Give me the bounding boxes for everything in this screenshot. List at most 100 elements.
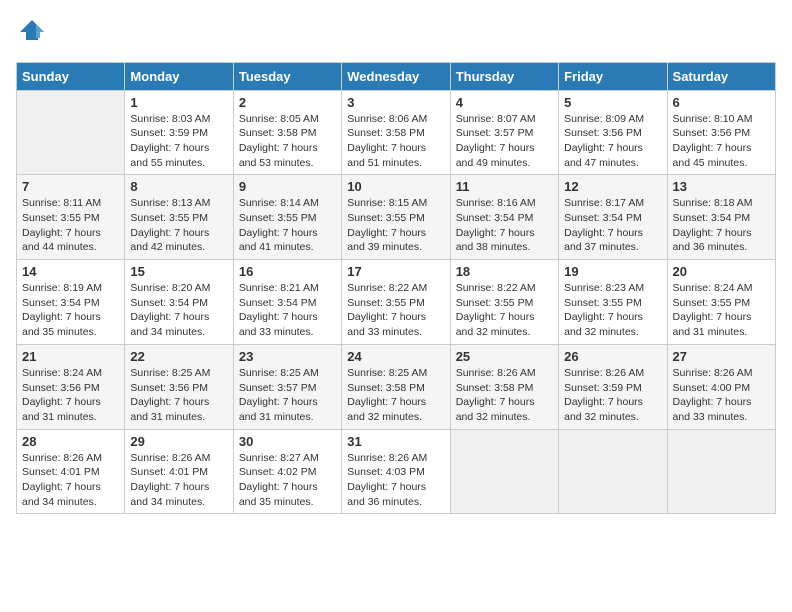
- day-info: Sunrise: 8:17 AM Sunset: 3:54 PM Dayligh…: [564, 196, 661, 255]
- calendar-cell: 27 Sunrise: 8:26 AM Sunset: 4:00 PM Dayli…: [667, 344, 775, 429]
- day-number: 26: [564, 349, 661, 364]
- day-number: 16: [239, 264, 336, 279]
- day-number: 7: [22, 179, 119, 194]
- calendar-week-row: 7Sunrise: 8:11 AM Sunset: 3:55 PM Daylig…: [17, 175, 776, 260]
- day-info: Sunrise: 8:05 AM Sunset: 3:58 PM Dayligh…: [239, 112, 336, 171]
- day-info: Sunrise: 8:19 AM Sunset: 3:54 PM Dayligh…: [22, 281, 119, 340]
- day-number: 15: [130, 264, 227, 279]
- day-info: Sunrise: 8:07 AM Sunset: 3:57 PM Dayligh…: [456, 112, 553, 171]
- day-number: 10: [347, 179, 444, 194]
- calendar-body: 1 Sunrise: 8:03 AM Sunset: 3:59 PM Daylig…: [17, 90, 776, 514]
- calendar-cell: 20 Sunrise: 8:24 AM Sunset: 3:55 PM Dayli…: [667, 260, 775, 345]
- calendar-week-row: 28Sunrise: 8:26 AM Sunset: 4:01 PM Dayli…: [17, 429, 776, 514]
- day-info: Sunrise: 8:09 AM Sunset: 3:56 PM Dayligh…: [564, 112, 661, 171]
- day-number: 17: [347, 264, 444, 279]
- calendar-week-row: 14Sunrise: 8:19 AM Sunset: 3:54 PM Dayli…: [17, 260, 776, 345]
- day-info: Sunrise: 8:23 AM Sunset: 3:55 PM Dayligh…: [564, 281, 661, 340]
- day-info: Sunrise: 8:22 AM Sunset: 3:55 PM Dayligh…: [456, 281, 553, 340]
- calendar-cell: 14Sunrise: 8:19 AM Sunset: 3:54 PM Dayli…: [17, 260, 125, 345]
- day-of-week-header: Saturday: [667, 62, 775, 90]
- calendar-cell: 22Sunrise: 8:25 AM Sunset: 3:56 PM Dayli…: [125, 344, 233, 429]
- day-number: 13: [673, 179, 770, 194]
- day-info: Sunrise: 8:14 AM Sunset: 3:55 PM Dayligh…: [239, 196, 336, 255]
- day-number: 5: [564, 95, 661, 110]
- day-info: Sunrise: 8:27 AM Sunset: 4:02 PM Dayligh…: [239, 451, 336, 510]
- day-info: Sunrise: 8:25 AM Sunset: 3:56 PM Dayligh…: [130, 366, 227, 425]
- calendar-cell: 17 Sunrise: 8:22 AM Sunset: 3:55 PM Dayli…: [342, 260, 450, 345]
- calendar-cell: 7Sunrise: 8:11 AM Sunset: 3:55 PM Daylig…: [17, 175, 125, 260]
- calendar-cell: 25 Sunrise: 8:26 AM Sunset: 3:58 PM Dayli…: [450, 344, 558, 429]
- day-of-week-header: Monday: [125, 62, 233, 90]
- calendar-cell: 6 Sunrise: 8:10 AM Sunset: 3:56 PM Daylig…: [667, 90, 775, 175]
- day-info: Sunrise: 8:10 AM Sunset: 3:56 PM Dayligh…: [673, 112, 770, 171]
- day-info: Sunrise: 8:24 AM Sunset: 3:55 PM Dayligh…: [673, 281, 770, 340]
- day-info: Sunrise: 8:26 AM Sunset: 4:00 PM Dayligh…: [673, 366, 770, 425]
- day-number: 3: [347, 95, 444, 110]
- calendar-cell: 26 Sunrise: 8:26 AM Sunset: 3:59 PM Dayli…: [559, 344, 667, 429]
- calendar-cell: 5 Sunrise: 8:09 AM Sunset: 3:56 PM Daylig…: [559, 90, 667, 175]
- calendar-cell: 28Sunrise: 8:26 AM Sunset: 4:01 PM Dayli…: [17, 429, 125, 514]
- calendar-cell: 30 Sunrise: 8:27 AM Sunset: 4:02 PM Dayli…: [233, 429, 341, 514]
- calendar-cell: 9Sunrise: 8:14 AM Sunset: 3:55 PM Daylig…: [233, 175, 341, 260]
- day-number: 2: [239, 95, 336, 110]
- calendar-cell: 19Sunrise: 8:23 AM Sunset: 3:55 PM Dayli…: [559, 260, 667, 345]
- calendar-cell: 2 Sunrise: 8:05 AM Sunset: 3:58 PM Daylig…: [233, 90, 341, 175]
- calendar-cell: 18 Sunrise: 8:22 AM Sunset: 3:55 PM Dayli…: [450, 260, 558, 345]
- day-number: 25: [456, 349, 553, 364]
- day-number: 20: [673, 264, 770, 279]
- day-info: Sunrise: 8:25 AM Sunset: 3:58 PM Dayligh…: [347, 366, 444, 425]
- day-number: 11: [456, 179, 553, 194]
- calendar-cell: 8 Sunrise: 8:13 AM Sunset: 3:55 PM Daylig…: [125, 175, 233, 260]
- calendar-cell: 11 Sunrise: 8:16 AM Sunset: 3:54 PM Dayli…: [450, 175, 558, 260]
- day-info: Sunrise: 8:26 AM Sunset: 4:03 PM Dayligh…: [347, 451, 444, 510]
- calendar-cell: [17, 90, 125, 175]
- calendar-cell: 24 Sunrise: 8:25 AM Sunset: 3:58 PM Dayli…: [342, 344, 450, 429]
- day-number: 8: [130, 179, 227, 194]
- calendar-cell: 15 Sunrise: 8:20 AM Sunset: 3:54 PM Dayli…: [125, 260, 233, 345]
- page-header: [16, 16, 776, 50]
- day-info: Sunrise: 8:26 AM Sunset: 3:58 PM Dayligh…: [456, 366, 553, 425]
- day-info: Sunrise: 8:18 AM Sunset: 3:54 PM Dayligh…: [673, 196, 770, 255]
- header-row: SundayMondayTuesdayWednesdayThursdayFrid…: [17, 62, 776, 90]
- day-number: 24: [347, 349, 444, 364]
- day-number: 4: [456, 95, 553, 110]
- calendar-cell: 4 Sunrise: 8:07 AM Sunset: 3:57 PM Daylig…: [450, 90, 558, 175]
- day-info: Sunrise: 8:26 AM Sunset: 3:59 PM Dayligh…: [564, 366, 661, 425]
- day-info: Sunrise: 8:16 AM Sunset: 3:54 PM Dayligh…: [456, 196, 553, 255]
- day-of-week-header: Wednesday: [342, 62, 450, 90]
- calendar-cell: 23 Sunrise: 8:25 AM Sunset: 3:57 PM Dayli…: [233, 344, 341, 429]
- day-number: 27: [673, 349, 770, 364]
- calendar-week-row: 1 Sunrise: 8:03 AM Sunset: 3:59 PM Daylig…: [17, 90, 776, 175]
- logo-text: [16, 16, 46, 50]
- day-info: Sunrise: 8:13 AM Sunset: 3:55 PM Dayligh…: [130, 196, 227, 255]
- day-number: 30: [239, 434, 336, 449]
- day-of-week-header: Thursday: [450, 62, 558, 90]
- calendar-week-row: 21Sunrise: 8:24 AM Sunset: 3:56 PM Dayli…: [17, 344, 776, 429]
- day-info: Sunrise: 8:24 AM Sunset: 3:56 PM Dayligh…: [22, 366, 119, 425]
- day-info: Sunrise: 8:15 AM Sunset: 3:55 PM Dayligh…: [347, 196, 444, 255]
- calendar-table: SundayMondayTuesdayWednesdayThursdayFrid…: [16, 62, 776, 515]
- calendar-cell: [559, 429, 667, 514]
- day-info: Sunrise: 8:21 AM Sunset: 3:54 PM Dayligh…: [239, 281, 336, 340]
- calendar-cell: 3 Sunrise: 8:06 AM Sunset: 3:58 PM Daylig…: [342, 90, 450, 175]
- logo-icon: [18, 16, 46, 44]
- day-number: 18: [456, 264, 553, 279]
- day-info: Sunrise: 8:25 AM Sunset: 3:57 PM Dayligh…: [239, 366, 336, 425]
- day-info: Sunrise: 8:22 AM Sunset: 3:55 PM Dayligh…: [347, 281, 444, 340]
- day-of-week-header: Friday: [559, 62, 667, 90]
- day-number: 28: [22, 434, 119, 449]
- day-info: Sunrise: 8:03 AM Sunset: 3:59 PM Dayligh…: [130, 112, 227, 171]
- day-number: 23: [239, 349, 336, 364]
- calendar-header: SundayMondayTuesdayWednesdayThursdayFrid…: [17, 62, 776, 90]
- day-of-week-header: Tuesday: [233, 62, 341, 90]
- calendar-cell: 1 Sunrise: 8:03 AM Sunset: 3:59 PM Daylig…: [125, 90, 233, 175]
- day-number: 31: [347, 434, 444, 449]
- calendar-cell: 31 Sunrise: 8:26 AM Sunset: 4:03 PM Dayli…: [342, 429, 450, 514]
- day-info: Sunrise: 8:06 AM Sunset: 3:58 PM Dayligh…: [347, 112, 444, 171]
- day-number: 6: [673, 95, 770, 110]
- day-info: Sunrise: 8:20 AM Sunset: 3:54 PM Dayligh…: [130, 281, 227, 340]
- calendar-cell: 13 Sunrise: 8:18 AM Sunset: 3:54 PM Dayli…: [667, 175, 775, 260]
- calendar-cell: 21Sunrise: 8:24 AM Sunset: 3:56 PM Dayli…: [17, 344, 125, 429]
- day-number: 1: [130, 95, 227, 110]
- calendar-cell: 12Sunrise: 8:17 AM Sunset: 3:54 PM Dayli…: [559, 175, 667, 260]
